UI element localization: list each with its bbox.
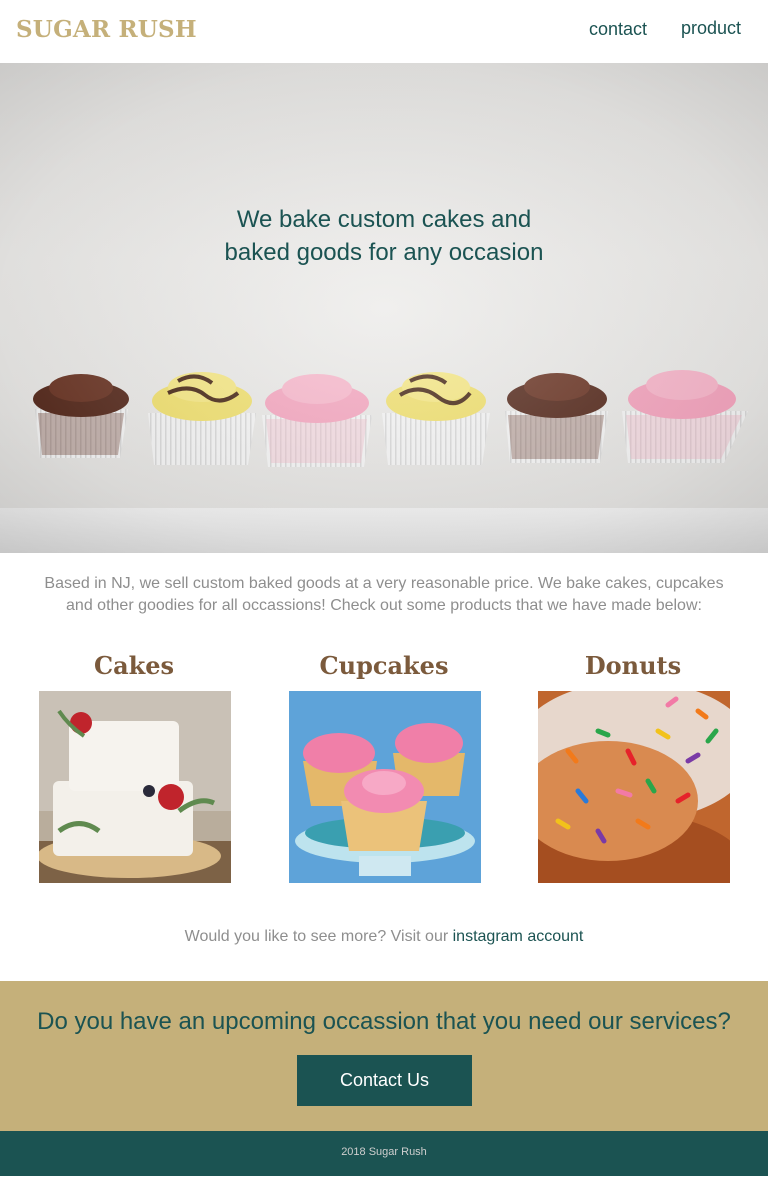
hero-banner: We bake custom cakes and baked goods for… [0, 63, 768, 553]
site-footer: 2018 Sugar Rush [0, 1131, 768, 1176]
product-image-cakes[interactable] [39, 691, 231, 883]
hero-headline: We bake custom cakes and baked goods for… [0, 203, 768, 269]
product-title-cakes: Cakes [93, 651, 175, 680]
hero-headline-line-2: baked goods for any occasion [224, 239, 544, 266]
product-title-donuts: Donuts [584, 651, 682, 680]
intro-text: Based in NJ, we sell custom baked goods … [44, 575, 724, 614]
hero-headline-line-1: We bake custom cakes and [236, 206, 532, 233]
instagram-link[interactable]: instagram account [453, 928, 584, 945]
nav-link-contact[interactable]: contact [589, 19, 647, 40]
product-image-cupcakes[interactable] [289, 691, 481, 883]
contact-us-button[interactable]: Contact Us [297, 1055, 472, 1106]
instagram-prompt-text: Would you like to see more? Visit our [184, 928, 453, 945]
nav-link-product[interactable]: product [681, 18, 741, 39]
footer-copyright: 2018 Sugar Rush [341, 1146, 427, 1158]
product-image-donuts[interactable] [538, 691, 730, 883]
cta-section: Do you have an upcoming occassion that y… [0, 981, 768, 1131]
site-logo[interactable]: SUGAR RUSH [16, 16, 197, 43]
product-title-cupcakes: Cupcakes [319, 651, 449, 680]
cta-title: Do you have an upcoming occassion that y… [37, 1008, 731, 1035]
instagram-prompt: Would you like to see more? Visit our in… [0, 928, 768, 946]
site-header: SUGAR RUSH contact product [0, 0, 768, 63]
